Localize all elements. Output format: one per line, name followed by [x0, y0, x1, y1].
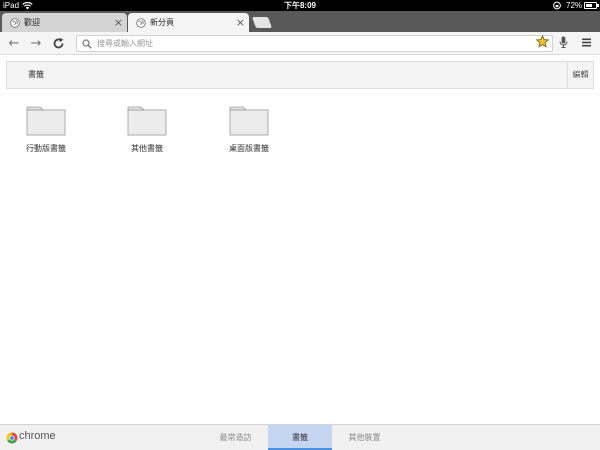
omnibox[interactable] — [76, 35, 553, 52]
brand-name: chrome — [19, 430, 56, 442]
folder-label: 行動版書籤 — [26, 144, 66, 153]
close-icon[interactable]: × — [236, 13, 245, 32]
reload-icon[interactable] — [52, 37, 65, 50]
battery-percent: 72% — [566, 1, 583, 10]
browser-window: { "status_bar": { "device": "iPad", "tim… — [0, 0, 600, 450]
clock: 下午8:09 — [283, 1, 316, 10]
status-bar: iPad 下午8:09 72% — [0, 0, 600, 11]
tab-other-devices[interactable]: 其他裝置 — [332, 425, 397, 450]
bookmark-star-icon[interactable] — [536, 35, 549, 48]
microphone-icon[interactable] — [559, 36, 568, 48]
folder-mobile-bookmarks[interactable]: 行動版書籤 — [11, 106, 81, 164]
forward-icon[interactable]: → — [28, 32, 44, 55]
tab-welcome[interactable]: 歡迎 × — [2, 13, 127, 32]
rotation-lock-icon — [553, 1, 561, 10]
edit-button[interactable]: 編輯 — [567, 62, 593, 88]
folder-label: 桌面版書籤 — [229, 144, 269, 153]
globe-icon — [136, 18, 146, 28]
omnibox-input[interactable] — [97, 36, 527, 51]
tab-bookmarks[interactable]: 書籤 — [268, 425, 332, 450]
folder-icon — [229, 106, 269, 136]
bottom-bar: chrome 最常造訪 書籤 其他裝置 — [0, 424, 600, 450]
battery-fill — [586, 4, 593, 7]
back-icon[interactable]: ← — [6, 32, 22, 55]
folder-icon — [127, 106, 167, 136]
folder-label: 其他書籤 — [131, 144, 163, 153]
tab-new-tab[interactable]: 新分頁 × — [128, 13, 249, 32]
menu-icon[interactable] — [582, 38, 591, 47]
tab-label: 歡迎 — [24, 18, 40, 27]
close-icon[interactable]: × — [114, 13, 123, 32]
tab-most-visited[interactable]: 最常造訪 — [203, 425, 268, 450]
toolbar: ← → — [0, 32, 600, 55]
page-title: 書籤 — [28, 70, 44, 79]
battery-icon — [584, 2, 597, 9]
search-icon — [82, 39, 92, 49]
folder-icon — [26, 106, 66, 136]
folder-other-bookmarks[interactable]: 其他書籤 — [112, 106, 182, 164]
battery-tip — [597, 4, 599, 7]
tab-label: 新分頁 — [150, 18, 174, 27]
folder-desktop-bookmarks[interactable]: 桌面版書籤 — [214, 106, 284, 164]
chrome-logo-icon — [6, 432, 18, 444]
bookmarks-header: 書籤 編輯 — [6, 61, 594, 89]
globe-icon — [10, 18, 20, 28]
